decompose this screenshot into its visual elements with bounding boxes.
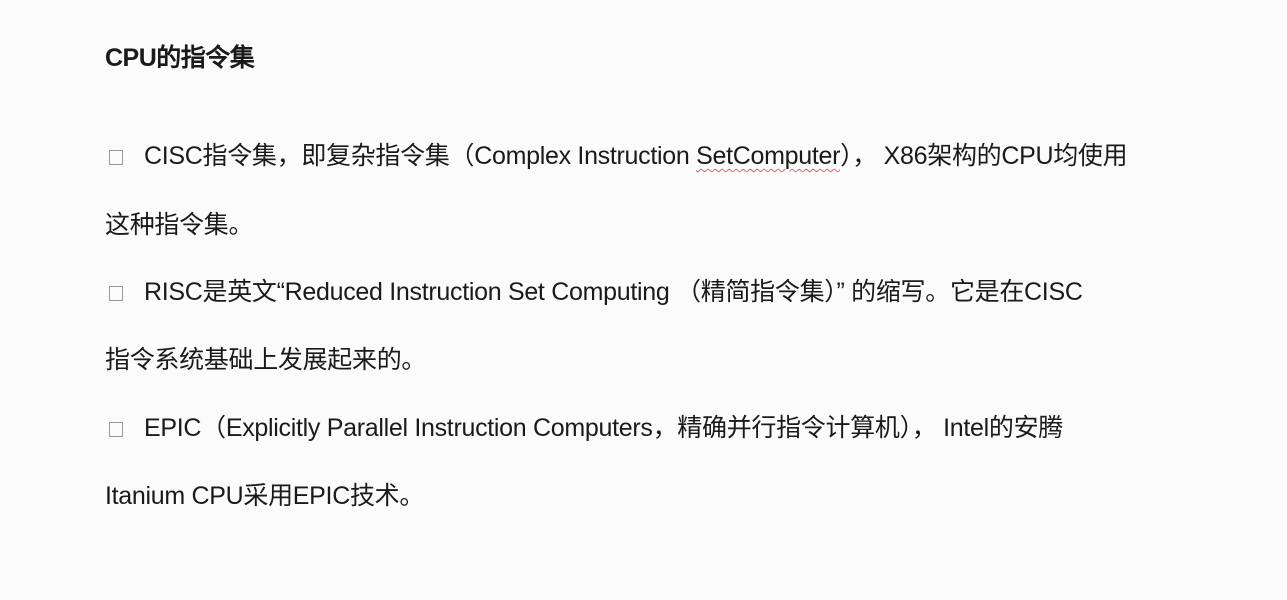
epic-text-continued: Itanium CPU采用EPIC技术。 bbox=[105, 482, 425, 510]
spellcheck-flagged-word: SetComputer bbox=[696, 142, 841, 170]
section-heading: CPU的指令集 bbox=[105, 44, 255, 72]
list-item-risc: RISC是英文“Reduced Instruction Set Computin… bbox=[105, 272, 1083, 308]
risc-text-continued: 指令系统基础上发展起来的。 bbox=[105, 346, 427, 374]
list-item-epic: EPIC（Explicitly Parallel Instruction Com… bbox=[105, 408, 1063, 444]
cisc-text-start: CISC指令集，即复杂指令集（Complex Instruction bbox=[144, 142, 697, 170]
checkbox-bullet-icon bbox=[109, 286, 123, 301]
epic-text: EPIC（Explicitly Parallel Instruction Com… bbox=[144, 414, 1064, 442]
document-page: CPU的指令集 CISC指令集，即复杂指令集（Complex Instructi… bbox=[0, 0, 1287, 600]
checkbox-bullet-icon bbox=[109, 422, 123, 437]
cisc-text-continued: 这种指令集。 bbox=[105, 211, 254, 239]
checkbox-bullet-icon bbox=[109, 150, 123, 165]
list-item-cisc: CISC指令集，即复杂指令集（Complex Instruction SetCo… bbox=[105, 136, 1128, 172]
risc-text: RISC是英文“Reduced Instruction Set Computin… bbox=[144, 278, 1083, 306]
cisc-text-end: ）， X86架构的CPU均使用 bbox=[840, 142, 1128, 170]
